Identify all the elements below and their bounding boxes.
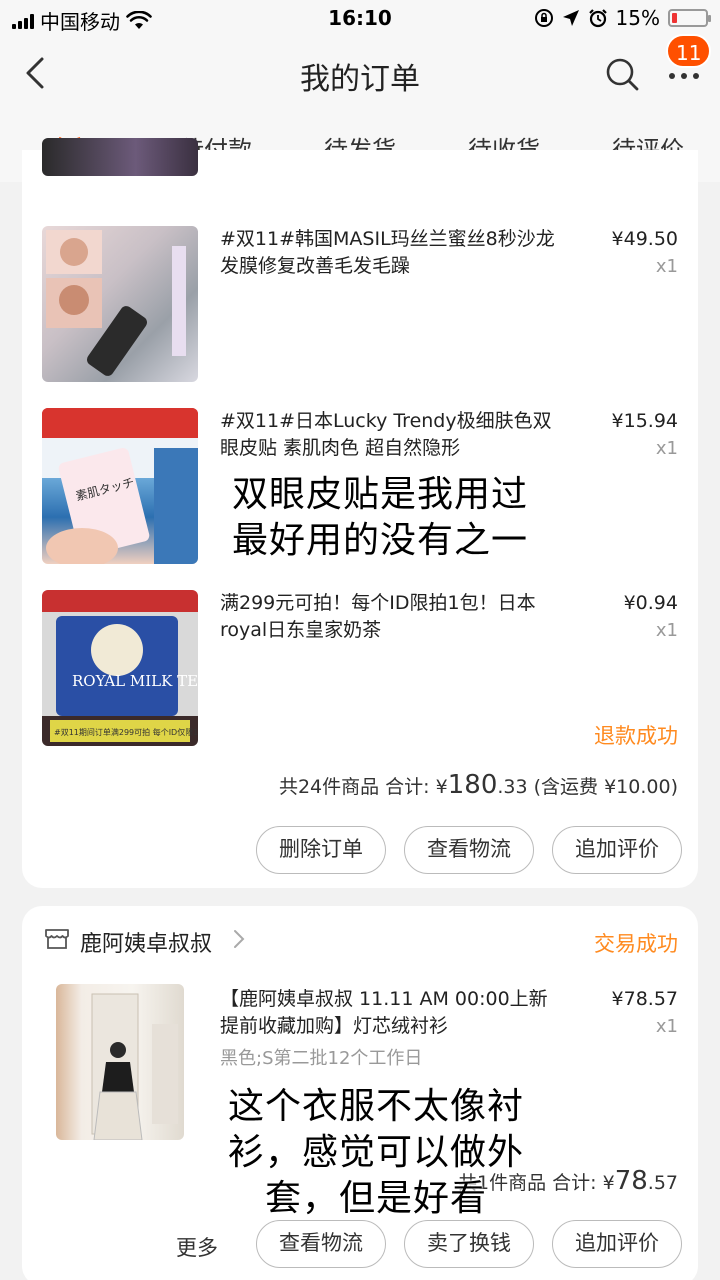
summary-prefix: 共24件商品 合计: <box>278 776 430 798</box>
overlay-note-line: 衫，感觉可以做外 <box>227 1132 524 1173</box>
overlay-note-line: 这个衣服不太像衬 <box>227 1086 524 1127</box>
battery-icon <box>668 9 711 27</box>
overlay-note-line: 最好用的没有之一 <box>232 520 529 561</box>
order-summary: 共24件商品 合计: ¥180.33 (含运费 ¥10.00) <box>279 770 678 800</box>
search-icon[interactable] <box>604 56 640 92</box>
order-card: 鹿阿姨卓叔叔 交易成功 【鹿阿姨卓叔叔 11.11 AM 00:00上新 提前收… <box>22 906 698 1280</box>
summary-total-int: 180 <box>447 770 498 800</box>
chevron-right-icon[interactable] <box>232 928 246 950</box>
shop-icon <box>45 929 69 949</box>
product-title[interactable]: 【鹿阿姨卓叔叔 11.11 AM 00:00上新 提前收藏加购】灯芯绒衬衫 <box>220 986 570 1040</box>
product-image[interactable]: ROYAL MILK TEA #双11期间订单满299可拍 每个ID仅限1个# <box>42 590 198 746</box>
svg-text:#双11期间订单满299可拍 每个ID仅限1个#: #双11期间订单满299可拍 每个ID仅限1个# <box>54 727 198 737</box>
more-button[interactable]: 更多 <box>176 1232 218 1262</box>
milk-tea-photo: ROYAL MILK TEA #双11期间订单满299可拍 每个ID仅限1个# <box>42 590 198 746</box>
add-review-button[interactable]: 追加评价 <box>552 1220 682 1268</box>
svg-text:ROYAL MILK TEA: ROYAL MILK TEA <box>72 672 198 690</box>
status-right: 15% <box>534 6 711 30</box>
product-price: ¥15.94 <box>611 410 678 432</box>
resell-button[interactable]: 卖了换钱 <box>404 1220 534 1268</box>
shirt-model-photo <box>91 993 178 1140</box>
rotation-lock-icon <box>534 9 553 27</box>
product-image[interactable]: 素肌タッチ <box>42 408 198 564</box>
nav-bar: 我的订单 11 <box>0 34 720 110</box>
status-bar: 中国移动 16:10 15% <box>0 0 720 36</box>
view-logistics-button[interactable]: 查看物流 <box>256 1220 386 1268</box>
eyelid-tape-photo: 素肌タッチ <box>42 408 198 564</box>
battery-percent: 15% <box>615 6 660 30</box>
product-price: ¥0.94 <box>623 592 678 614</box>
view-logistics-button[interactable]: 查看物流 <box>404 826 534 874</box>
overlay-note: 双眼皮贴是我用过 最好用的没有之一 <box>232 472 528 564</box>
order-status: 退款成功 <box>594 724 678 748</box>
shop-name[interactable]: 鹿阿姨卓叔叔 <box>80 926 212 958</box>
order-status: 交易成功 <box>594 932 678 956</box>
product-price: ¥49.50 <box>611 228 678 250</box>
product-image[interactable] <box>56 984 184 1140</box>
overlay-note-line: 双眼皮贴是我用过 <box>232 474 529 515</box>
product-price: ¥78.57 <box>611 988 678 1010</box>
summary-total-int: 78 <box>614 1166 648 1196</box>
product-image[interactable] <box>42 226 198 382</box>
summary-total-dec: .33 <box>497 776 528 798</box>
order-card: #双11#韩国MASIL玛丝兰蜜丝8秒沙龙发膜修复改善毛发毛躁 ¥49.50 x… <box>22 138 698 888</box>
product-quantity: x1 <box>655 620 678 641</box>
product-title[interactable]: 满299元可拍！每个ID限拍1包！日本royal日东皇家奶茶 <box>220 590 570 644</box>
alarm-icon <box>588 9 607 28</box>
product-title[interactable]: #双11#韩国MASIL玛丝兰蜜丝8秒沙龙发膜修复改善毛发毛躁 <box>220 226 570 280</box>
overlay-note: 这个衣服不太像衬 衫，感觉可以做外 套，但是好看 <box>206 1084 546 1222</box>
summary-total-dec: .57 <box>647 1172 678 1194</box>
overlay-note-line: 套，但是好看 <box>264 1178 487 1219</box>
product-title[interactable]: #双11#日本Lucky Trendy极细肤色双眼皮贴 素肌肉色 超自然隐形 <box>220 408 570 462</box>
product-quantity: x1 <box>655 1016 678 1037</box>
summary-currency: ¥ <box>435 776 448 798</box>
summary-currency: ¥ <box>602 1172 615 1194</box>
product-image-partial[interactable] <box>42 138 198 176</box>
product-quantity: x1 <box>655 438 678 459</box>
add-review-button[interactable]: 追加评价 <box>552 826 682 874</box>
hair-mask-photo <box>46 230 186 376</box>
summary-shipping: (含运费 ¥10.00) <box>533 776 678 798</box>
message-count-badge: 11 <box>666 34 712 68</box>
product-quantity: x1 <box>655 256 678 277</box>
location-icon <box>562 10 579 26</box>
product-sku: 黑色;S第二批12个工作日 <box>220 1048 423 1069</box>
delete-order-button[interactable]: 删除订单 <box>256 826 386 874</box>
